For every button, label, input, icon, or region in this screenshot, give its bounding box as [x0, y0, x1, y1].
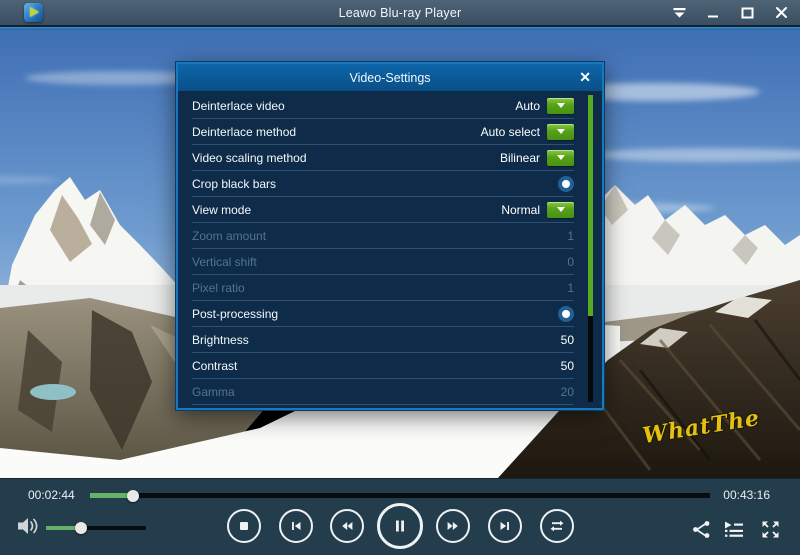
playlist-icon[interactable] — [722, 519, 744, 545]
dropdown-button[interactable] — [547, 98, 574, 114]
dropdown-button[interactable] — [547, 124, 574, 140]
elapsed-time: 00:02:44 — [28, 488, 75, 502]
dropdown-value: Auto select — [481, 125, 540, 139]
setting-value: 0 — [567, 255, 574, 269]
video-stage: WhatThe Video-Settings ✕ Deinterlace vid… — [0, 30, 800, 478]
settings-row: View mode Normal — [192, 197, 574, 223]
seek-bar-thumb[interactable] — [127, 490, 139, 502]
settings-row: Pixel ratio 1 — [192, 275, 574, 301]
dialog-title: Video-Settings — [349, 71, 430, 85]
settings-row: Contrast 50 — [192, 353, 574, 379]
setting-value: 50 — [561, 333, 574, 347]
setting-label: Post-processing — [192, 307, 278, 321]
setting-label: Deinterlace video — [192, 99, 285, 113]
maximize-icon[interactable] — [738, 5, 756, 21]
settings-row: Crop black bars — [192, 171, 574, 197]
stop-button[interactable] — [227, 509, 261, 543]
play-order-button[interactable] — [540, 509, 574, 543]
dropdown-value: Normal — [501, 203, 540, 217]
scrollbar-thumb[interactable] — [588, 95, 593, 316]
setting-value: 1 — [567, 229, 574, 243]
dropdown-button[interactable] — [547, 150, 574, 166]
dialog-scrollbar[interactable] — [588, 95, 593, 402]
dialog-body: Deinterlace video Auto Deinterlace method A… — [178, 91, 602, 408]
setting-value: 20 — [561, 385, 574, 399]
setting-label: Pixel ratio — [192, 281, 245, 295]
settings-row: Brightness 50 — [192, 327, 574, 353]
total-duration: 00:43:16 — [723, 488, 770, 502]
setting-label: Crop black bars — [192, 177, 276, 191]
menu-icon[interactable] — [670, 5, 688, 21]
seek-bar[interactable] — [90, 493, 710, 498]
fast-forward-button[interactable] — [436, 509, 470, 543]
settings-row: Zoom amount 1 — [192, 223, 574, 249]
previous-button[interactable] — [279, 509, 313, 543]
share-icon[interactable] — [691, 519, 712, 545]
settings-row: Vertical shift 0 — [192, 249, 574, 275]
setting-label: Brightness — [192, 333, 249, 347]
dialog-close-icon[interactable]: ✕ — [579, 68, 591, 86]
titlebar: Leawo Blu-ray Player — [0, 0, 800, 25]
dropdown-value: Auto — [515, 99, 540, 113]
setting-label: Contrast — [192, 359, 237, 373]
settings-row: Post-processing — [192, 301, 574, 327]
toggle-radio[interactable] — [558, 176, 574, 192]
video-settings-dialog: Video-Settings ✕ Deinterlace videoAutoDe… — [176, 62, 604, 410]
rewind-button[interactable] — [330, 509, 364, 543]
volume-icon[interactable] — [16, 515, 40, 542]
setting-label: Gamma — [192, 385, 235, 399]
volume-thumb[interactable] — [75, 522, 87, 534]
setting-label: Vertical shift — [192, 255, 257, 269]
settings-row: Deinterlace method Auto select — [192, 119, 574, 145]
toggle-radio[interactable] — [558, 306, 574, 322]
dropdown-value: Bilinear — [500, 151, 540, 165]
next-button[interactable] — [488, 509, 522, 543]
settings-row: Video scaling method Bilinear — [192, 145, 574, 171]
setting-value: 50 — [561, 359, 574, 373]
volume-slider[interactable] — [46, 526, 146, 530]
settings-row: Gamma 20 — [192, 379, 574, 405]
setting-value: 1 — [567, 281, 574, 295]
fullscreen-icon[interactable] — [760, 519, 781, 545]
setting-label: Video scaling method — [192, 151, 307, 165]
control-bar: 00:02:44 00:43:16 — [0, 478, 800, 555]
settings-row: Deinterlace video Auto — [192, 93, 574, 119]
app-window: Leawo Blu-ray Player — [0, 0, 800, 555]
setting-label: Zoom amount — [192, 229, 266, 243]
dropdown-button[interactable] — [547, 202, 574, 218]
setting-label: View mode — [192, 203, 251, 217]
dialog-header: Video-Settings ✕ — [178, 64, 602, 91]
close-icon[interactable] — [772, 5, 790, 21]
setting-label: Deinterlace method — [192, 125, 296, 139]
minimize-icon[interactable] — [704, 5, 722, 21]
pause-button[interactable] — [377, 503, 423, 549]
